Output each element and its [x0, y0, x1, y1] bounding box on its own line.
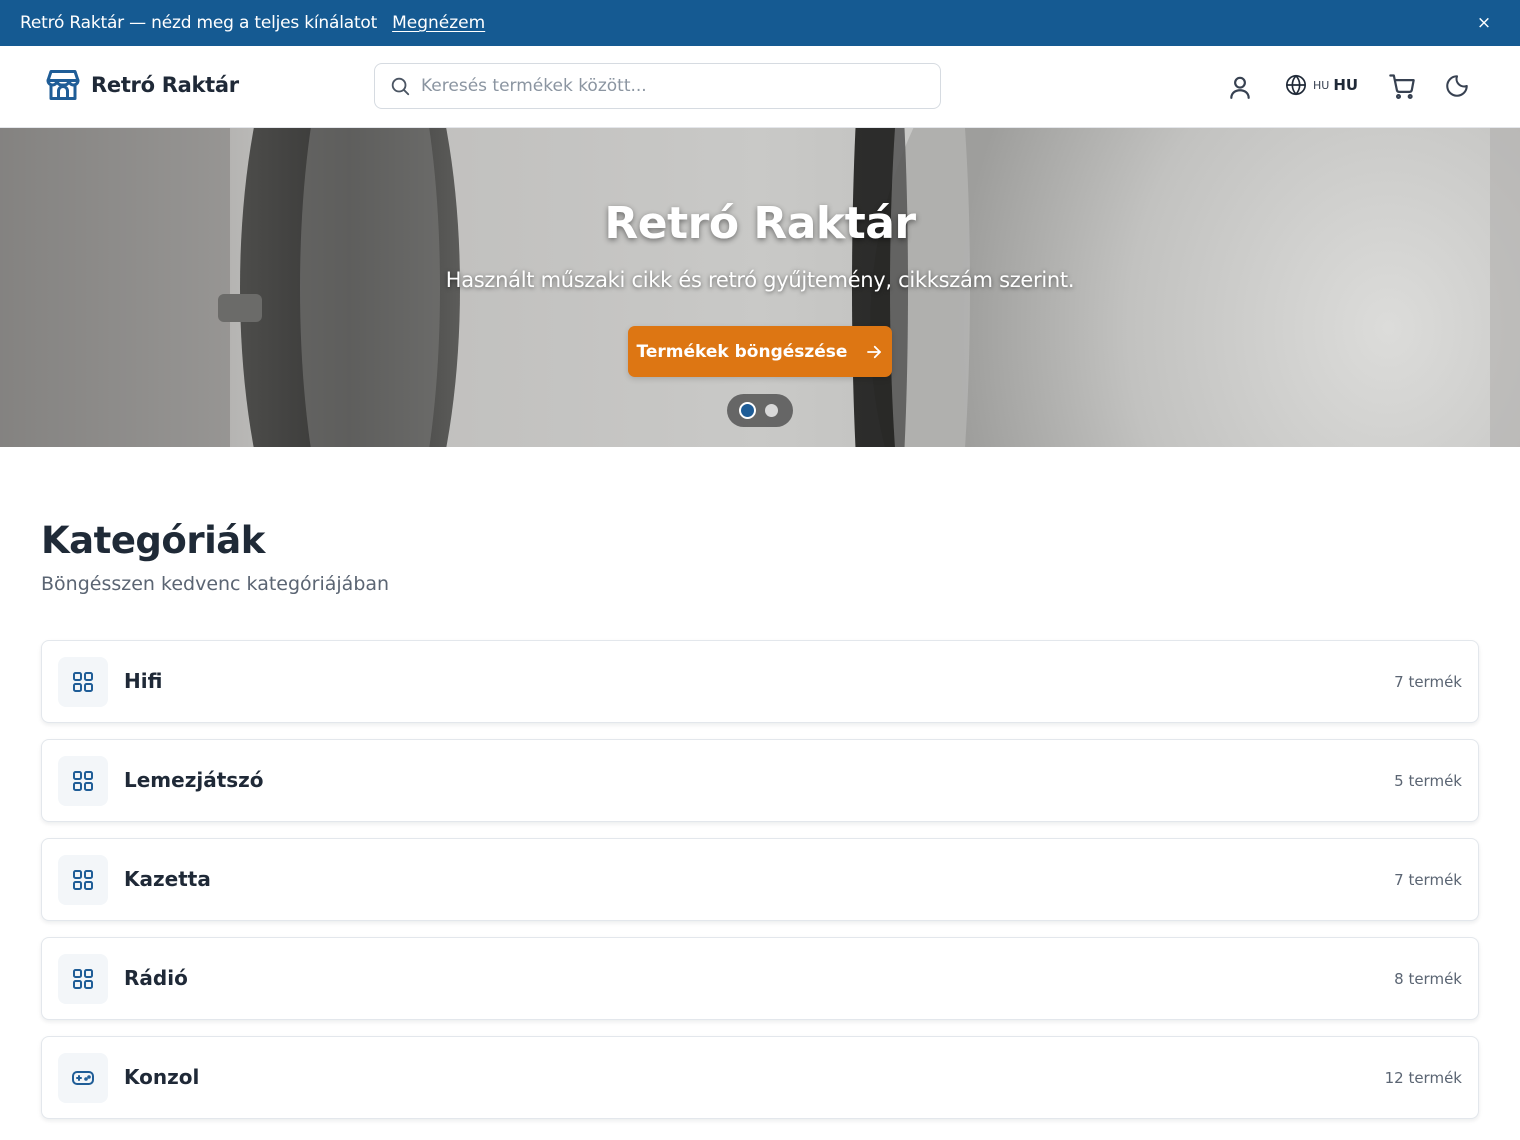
category-item-kazetta[interactable]: Kazetta 7 termék: [41, 838, 1479, 921]
gamepad-icon: [72, 1071, 94, 1085]
language-flag-label: HU: [1313, 78, 1330, 92]
hero-banner: Retró Raktár Használt műszaki cikk és re…: [0, 128, 1520, 447]
moon-icon[interactable]: [1444, 73, 1470, 99]
carousel-dot-1[interactable]: [739, 402, 756, 419]
category-count: 8 termék: [1394, 970, 1462, 988]
carousel-dots: [727, 394, 793, 427]
category-name: Hifi: [124, 669, 163, 693]
categories-subtitle: Böngésszen kedvenc kategóriájában: [41, 573, 390, 595]
carousel-dot-2[interactable]: [765, 404, 778, 417]
grid-icon: [73, 969, 93, 989]
browse-products-label: Termékek böngészése: [636, 341, 848, 362]
hero-subtitle: Használt műszaki cikk és retró gyűjtemén…: [445, 268, 1075, 292]
brand-name: Retró Raktár: [91, 73, 239, 97]
grid-icon: [73, 870, 93, 890]
category-icon-box: [58, 756, 108, 806]
category-count: 5 termék: [1394, 772, 1462, 790]
category-count: 7 termék: [1394, 673, 1462, 691]
promo-link[interactable]: Megnézem: [392, 13, 485, 33]
language-switcher[interactable]: HU HU: [1285, 74, 1358, 96]
category-item-hifi[interactable]: Hifi 7 termék: [41, 640, 1479, 723]
grid-icon: [73, 672, 93, 692]
user-icon[interactable]: [1227, 74, 1253, 100]
promo-text: Retró Raktár — nézd meg a teljes kínálat…: [20, 13, 378, 33]
grid-icon: [73, 771, 93, 791]
browse-products-button[interactable]: Termékek böngészése: [628, 326, 892, 377]
category-count: 12 termék: [1384, 1069, 1462, 1087]
category-count: 7 termék: [1394, 871, 1462, 889]
search-icon: [391, 77, 410, 96]
category-icon-box: [58, 657, 108, 707]
search-box: [374, 63, 941, 109]
language-code: HU: [1333, 76, 1359, 94]
category-icon-box: [58, 855, 108, 905]
close-icon[interactable]: ×: [1474, 13, 1494, 33]
category-item-radio[interactable]: Rádió 8 termék: [41, 937, 1479, 1020]
site-header: Retró Raktár HU HU: [0, 46, 1520, 128]
category-item-lemezjatszo[interactable]: Lemezjátszó 5 termék: [41, 739, 1479, 822]
category-icon-box: [58, 954, 108, 1004]
hero-title: Retró Raktár: [604, 198, 916, 249]
store-icon: [46, 70, 80, 100]
search-input[interactable]: [421, 76, 901, 96]
category-icon-box: [58, 1053, 108, 1103]
globe-icon: [1286, 74, 1306, 96]
cart-icon[interactable]: [1388, 72, 1416, 100]
arrow-right-icon: [867, 345, 882, 358]
category-name: Kazetta: [124, 867, 211, 891]
category-item-konzol[interactable]: Konzol 12 termék: [41, 1036, 1479, 1119]
category-name: Konzol: [124, 1065, 200, 1089]
categories-title: Kategóriák: [41, 519, 265, 562]
promo-bar: Retró Raktár — nézd meg a teljes kínálat…: [0, 0, 1520, 46]
logo[interactable]: Retró Raktár: [45, 66, 239, 104]
category-name: Rádió: [124, 966, 188, 990]
category-name: Lemezjátszó: [124, 768, 264, 792]
category-list: Hifi 7 termék Lemezjátszó 5 termék Kazet…: [41, 640, 1479, 1135]
